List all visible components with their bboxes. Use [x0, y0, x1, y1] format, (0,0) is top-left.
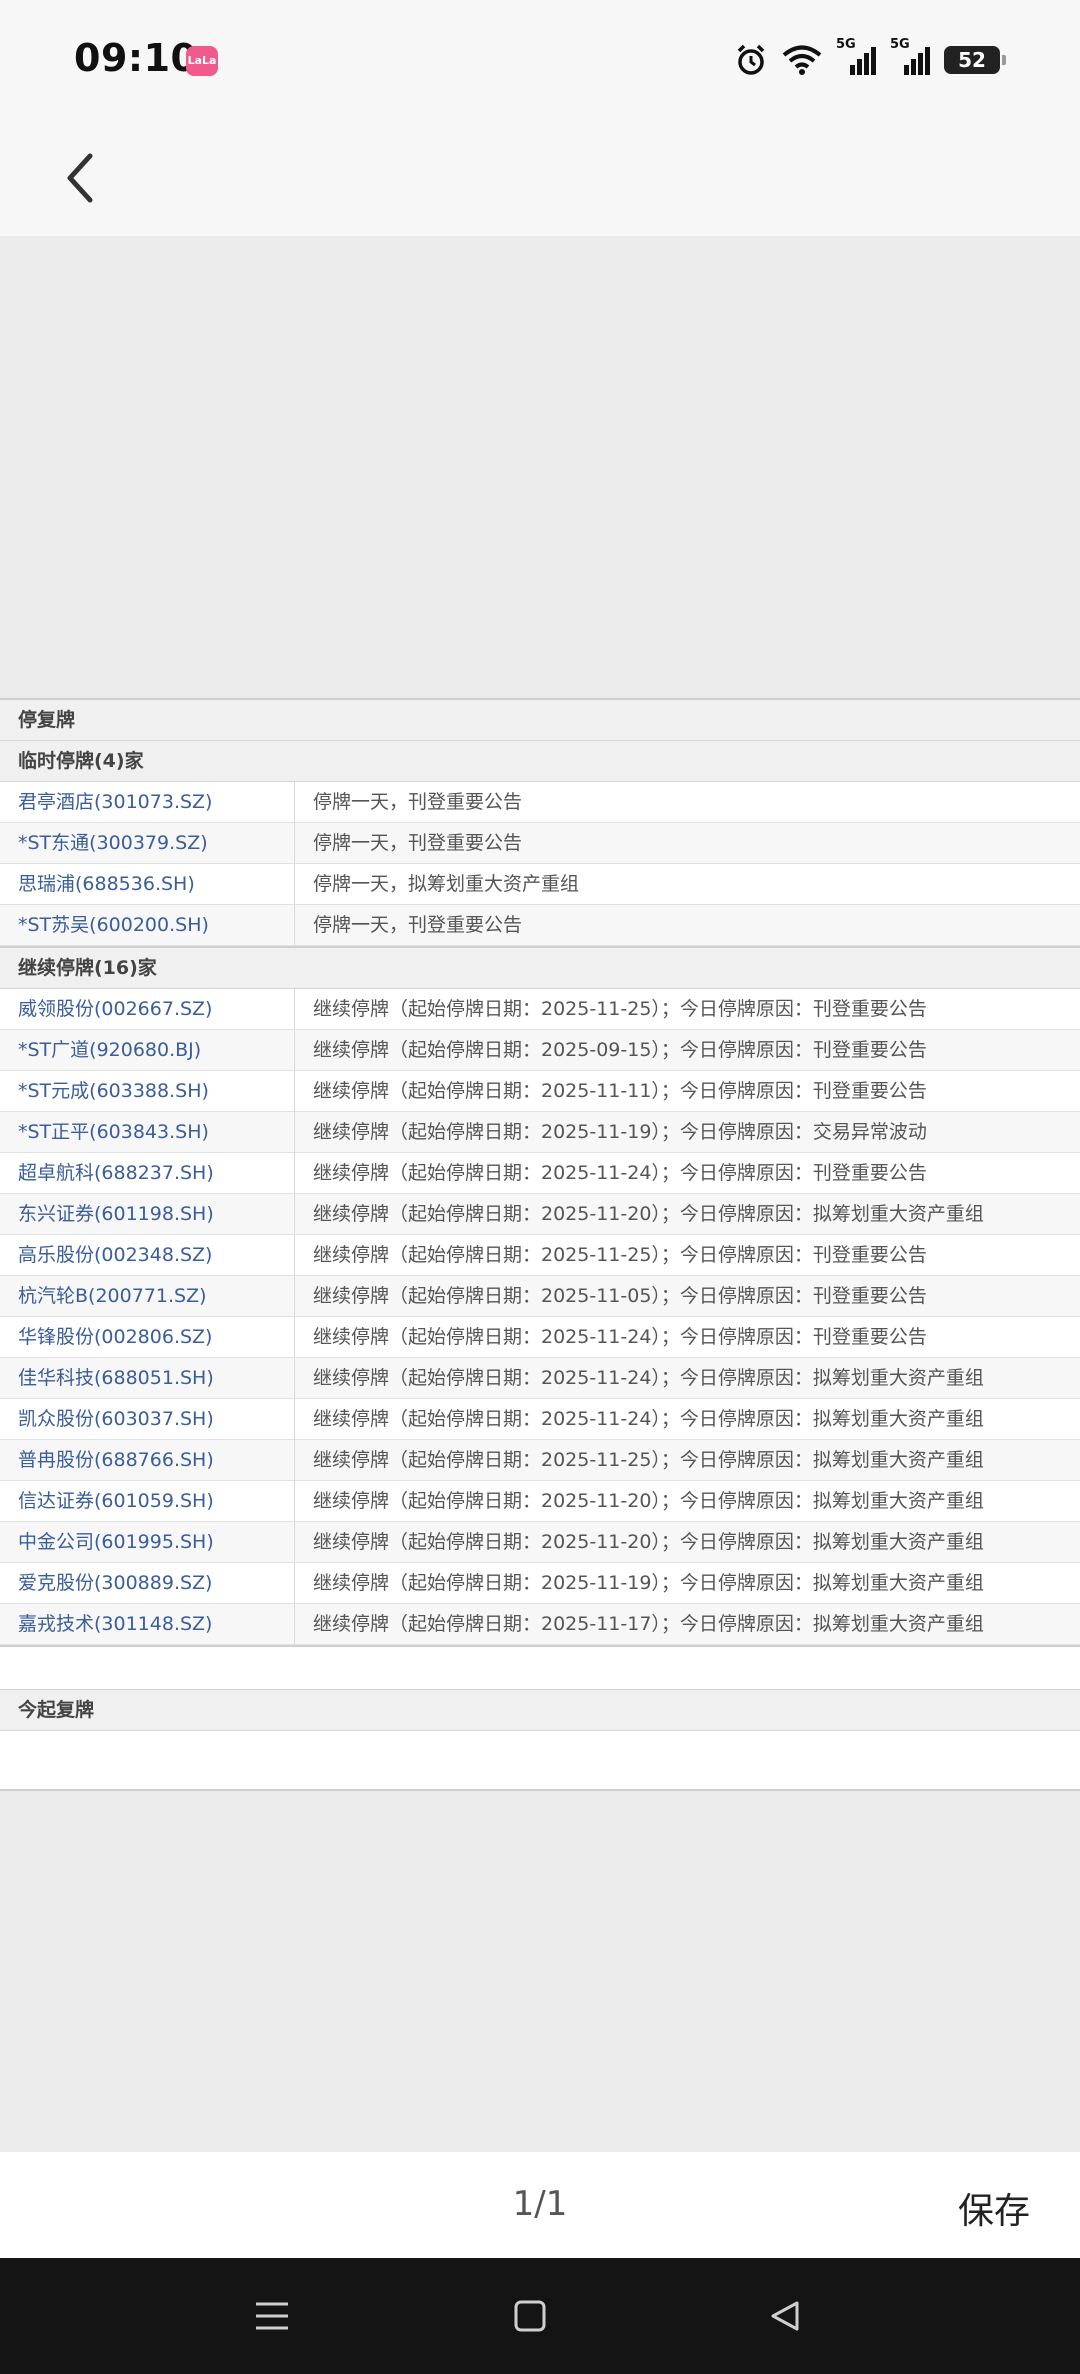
stock-name-link[interactable]: 杭汽轮B(200771.SZ) [0, 1276, 295, 1316]
stock-name-link[interactable]: *ST东通(300379.SZ) [0, 823, 295, 863]
suspension-reason: 继续停牌（起始停牌日期：2025-11-24）；今日停牌原因：拟筹划重大资产重组 [313, 1367, 984, 1389]
stock-name-link[interactable]: *ST苏吴(600200.SH) [0, 905, 295, 945]
suspension-reason: 继续停牌（起始停牌日期：2025-11-25）；今日停牌原因：刊登重要公告 [313, 1244, 927, 1266]
stock-name-link[interactable]: 凯众股份(603037.SH) [0, 1399, 295, 1439]
suspension-reason: 继续停牌（起始停牌日期：2025-09-15）；今日停牌原因：刊登重要公告 [313, 1039, 927, 1061]
bottom-bar: 1/1 保存 [0, 2152, 1080, 2258]
suspension-reason: 继续停牌（起始停牌日期：2025-11-11）；今日停牌原因：刊登重要公告 [313, 1080, 927, 1102]
table-row: 高乐股份(002348.SZ) 继续停牌（起始停牌日期：2025-11-25）；今… [0, 1235, 1080, 1276]
empty-row [0, 1647, 1080, 1690]
stock-name-link[interactable]: 信达证券(601059.SH) [0, 1481, 295, 1521]
table-row: 中金公司(601995.SH) 继续停牌（起始停牌日期：2025-11-20）；今… [0, 1522, 1080, 1563]
document-viewer[interactable]: 停复牌 临时停牌(4)家 君亭酒店(301073.SZ) 停牌一天，刊登重要公告 *… [0, 236, 1080, 2152]
wifi-icon [782, 45, 822, 75]
table-row: 爱克股份(300889.SZ) 继续停牌（起始停牌日期：2025-11-19）；今… [0, 1563, 1080, 1604]
table-row: *ST苏吴(600200.SH) 停牌一天，刊登重要公告 [0, 905, 1080, 946]
home-button[interactable] [508, 2294, 552, 2338]
table-row: 君亭酒店(301073.SZ) 停牌一天，刊登重要公告 [0, 782, 1080, 823]
table-row: *ST正平(603843.SH) 继续停牌（起始停牌日期：2025-11-19）；… [0, 1112, 1080, 1153]
app-bar [0, 120, 1080, 236]
system-nav-bar [0, 2258, 1080, 2374]
continued-suspension-rows: 威领股份(002667.SZ) 继续停牌（起始停牌日期：2025-11-25）；今… [0, 989, 1080, 1647]
stock-name-link[interactable]: 威领股份(002667.SZ) [0, 989, 295, 1029]
chevron-left-icon [67, 153, 93, 203]
stock-name-link[interactable]: 爱克股份(300889.SZ) [0, 1563, 295, 1603]
status-icons: 5G 5G 52 [734, 37, 1006, 80]
menu-button[interactable] [250, 2294, 294, 2338]
resume-heading: 今起复牌 [0, 1690, 1080, 1731]
suspension-reason: 继续停牌（起始停牌日期：2025-11-20）；今日停牌原因：拟筹划重大资产重组 [313, 1203, 984, 1225]
stock-name-link[interactable]: 佳华科技(688051.SH) [0, 1358, 295, 1398]
suspension-reason: 继续停牌（起始停牌日期：2025-11-24）；今日停牌原因：刊登重要公告 [313, 1326, 927, 1348]
suspension-reason: 继续停牌（起始停牌日期：2025-11-20）；今日停牌原因：拟筹划重大资产重组 [313, 1531, 984, 1553]
suspension-reason: 继续停牌（起始停牌日期：2025-11-19）；今日停牌原因：交易异常波动 [313, 1121, 927, 1143]
table-row: 华锋股份(002806.SZ) 继续停牌（起始停牌日期：2025-11-24）；今… [0, 1317, 1080, 1358]
table-row: 杭汽轮B(200771.SZ) 继续停牌（起始停牌日期：2025-11-05）；今… [0, 1276, 1080, 1317]
stock-name-link[interactable]: *ST广道(920680.BJ) [0, 1030, 295, 1070]
signal-icon-2: 5G [890, 37, 930, 77]
stock-name-link[interactable]: *ST正平(603843.SH) [0, 1112, 295, 1152]
stock-name-link[interactable]: 华锋股份(002806.SZ) [0, 1317, 295, 1357]
page-indicator: 1/1 [512, 2184, 568, 2224]
home-square-icon [514, 2300, 546, 2332]
suspension-reason: 继续停牌（起始停牌日期：2025-11-25）；今日停牌原因：拟筹划重大资产重组 [313, 1449, 984, 1471]
continued-suspension-heading: 继续停牌(16)家 [0, 948, 1080, 989]
status-time: 09:10 [74, 36, 198, 80]
suspension-reason: 继续停牌（起始停牌日期：2025-11-25）；今日停牌原因：刊登重要公告 [313, 998, 927, 1020]
table-row: 佳华科技(688051.SH) 继续停牌（起始停牌日期：2025-11-24）；今… [0, 1358, 1080, 1399]
battery-indicator: 52 [944, 46, 1006, 74]
suspension-reason: 继续停牌（起始停牌日期：2025-11-24）；今日停牌原因：刊登重要公告 [313, 1162, 927, 1184]
back-triangle-icon [771, 2301, 799, 2331]
suspension-reason: 停牌一天，刊登重要公告 [313, 832, 523, 854]
temporary-suspension-heading: 临时停牌(4)家 [0, 741, 1080, 782]
table-row: *ST元成(603388.SH) 继续停牌（起始停牌日期：2025-11-11）；… [0, 1071, 1080, 1112]
table-row: 普冉股份(688766.SH) 继续停牌（起始停牌日期：2025-11-25）；今… [0, 1440, 1080, 1481]
suspension-table: 停复牌 临时停牌(4)家 君亭酒店(301073.SZ) 停牌一天，刊登重要公告 *… [0, 698, 1080, 1791]
table-row: 嘉戎技术(301148.SZ) 继续停牌（起始停牌日期：2025-11-17）；今… [0, 1604, 1080, 1645]
temporary-suspension-rows: 君亭酒店(301073.SZ) 停牌一天，刊登重要公告 *ST东通(300379.S… [0, 782, 1080, 948]
stock-name-link[interactable]: 君亭酒店(301073.SZ) [0, 782, 295, 822]
table-row: 凯众股份(603037.SH) 继续停牌（起始停牌日期：2025-11-24）；今… [0, 1399, 1080, 1440]
suspension-reason: 停牌一天，刊登重要公告 [313, 914, 523, 936]
back-button[interactable] [44, 142, 116, 214]
resume-empty-body [0, 1731, 1080, 1789]
nav-back-button[interactable] [762, 2294, 806, 2338]
stock-name-link[interactable]: 东兴证券(601198.SH) [0, 1194, 295, 1234]
suspension-reason: 停牌一天，拟筹划重大资产重组 [313, 873, 580, 895]
stock-name-link[interactable]: 超卓航科(688237.SH) [0, 1153, 295, 1193]
stock-name-link[interactable]: 中金公司(601995.SH) [0, 1522, 295, 1562]
stock-name-link[interactable]: 普冉股份(688766.SH) [0, 1440, 295, 1480]
table-row: 超卓航科(688237.SH) 继续停牌（起始停牌日期：2025-11-24）；今… [0, 1153, 1080, 1194]
stock-name-link[interactable]: *ST元成(603388.SH) [0, 1071, 295, 1111]
signal-icon-1: 5G [836, 37, 876, 77]
suspension-reason: 继续停牌（起始停牌日期：2025-11-17）；今日停牌原因：拟筹划重大资产重组 [313, 1613, 984, 1635]
status-bar: 09:10 LaLa 5G 5G 52 [0, 0, 1080, 120]
suspension-reason: 停牌一天，刊登重要公告 [313, 791, 523, 813]
suspension-reason: 继续停牌（起始停牌日期：2025-11-05）；今日停牌原因：刊登重要公告 [313, 1285, 927, 1307]
suspension-reason: 继续停牌（起始停牌日期：2025-11-20）；今日停牌原因：拟筹划重大资产重组 [313, 1490, 984, 1512]
table-row: 信达证券(601059.SH) 继续停牌（起始停牌日期：2025-11-20）；今… [0, 1481, 1080, 1522]
table-row: *ST广道(920680.BJ) 继续停牌（起始停牌日期：2025-09-15）；… [0, 1030, 1080, 1071]
stock-name-link[interactable]: 高乐股份(002348.SZ) [0, 1235, 295, 1275]
table-row: 东兴证券(601198.SH) 继续停牌（起始停牌日期：2025-11-20）；今… [0, 1194, 1080, 1235]
menu-icon [256, 2302, 288, 2330]
table-row: 威领股份(002667.SZ) 继续停牌（起始停牌日期：2025-11-25）；今… [0, 989, 1080, 1030]
save-button[interactable]: 保存 [952, 2178, 1036, 2238]
lala-app-icon: LaLa [186, 46, 218, 76]
table-title: 停复牌 [0, 700, 1080, 741]
suspension-reason: 继续停牌（起始停牌日期：2025-11-19）；今日停牌原因：拟筹划重大资产重组 [313, 1572, 984, 1594]
alarm-icon [737, 44, 765, 75]
stock-name-link[interactable]: 思瑞浦(688536.SH) [0, 864, 295, 904]
table-row: 思瑞浦(688536.SH) 停牌一天，拟筹划重大资产重组 [0, 864, 1080, 905]
table-row: *ST东通(300379.SZ) 停牌一天，刊登重要公告 [0, 823, 1080, 864]
stock-name-link[interactable]: 嘉戎技术(301148.SZ) [0, 1604, 295, 1644]
suspension-reason: 继续停牌（起始停牌日期：2025-11-24）；今日停牌原因：拟筹划重大资产重组 [313, 1408, 984, 1430]
